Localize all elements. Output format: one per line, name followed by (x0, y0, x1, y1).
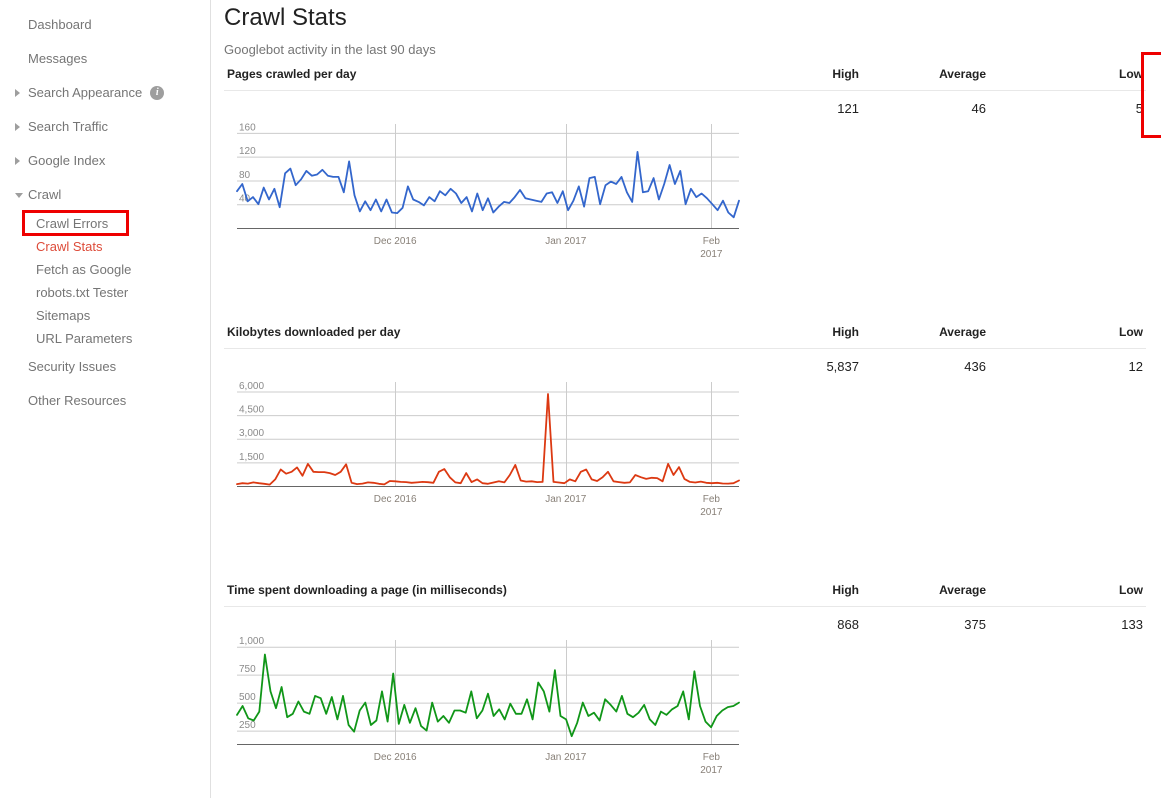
sidebar-item-label: Other Resources (28, 393, 127, 408)
chart-1: 40 80 120 160 Dec 2016 Jan 2017 Feb 2017 (224, 110, 744, 270)
info-icon[interactable]: i (150, 86, 165, 100)
main-content: Crawl Stats Googlebot activity in the la… (211, 0, 1161, 798)
section-2: Kilobytes downloaded per day High Averag… (211, 320, 1161, 518)
sidebar-item-dashboard[interactable]: Dashboard (0, 8, 239, 42)
x-axis-tick-label: Feb (703, 236, 721, 247)
x-axis-tick-label: Jan 2017 (545, 236, 587, 247)
chevron-right-icon[interactable] (15, 123, 20, 131)
value-average: 375 (964, 617, 986, 632)
value-low: 133 (1121, 617, 1143, 632)
value-average: 46 (971, 101, 986, 116)
sidebar-item-label: Search Appearance (28, 85, 143, 100)
y-axis-tick-label: 250 (239, 720, 256, 731)
column-header-low: Low (1119, 325, 1143, 339)
y-axis-tick-label: 3,000 (239, 428, 264, 439)
y-axis-tick-label: 120 (239, 146, 256, 157)
value-low: 5 (1135, 101, 1143, 116)
sidebar-item-fetch-as-google[interactable]: Fetch as Google (0, 258, 247, 281)
y-axis-tick-label: 160 (239, 122, 256, 133)
y-axis-tick-label: 6,000 (239, 381, 264, 392)
x-axis-tick-label: Dec 2016 (374, 494, 417, 505)
sidebar-item-crawl-stats[interactable]: Crawl Stats (0, 235, 247, 258)
x-axis-tick-label: Feb (703, 752, 721, 763)
section-title: Pages crawled per day (227, 67, 357, 81)
sidebar-item-messages[interactable]: Messages (0, 42, 239, 76)
sidebar-item-label: Google Index (28, 153, 106, 168)
crawl-stats-page: Dashboard Messages Search Appearance i Searc… (0, 0, 1161, 798)
y-axis-tick-label: 80 (239, 170, 251, 181)
sidebar-item-search-traffic[interactable]: Search Traffic (0, 110, 239, 144)
chart-canvas-1: 40 80 120 160 Dec 2016 Jan 2017 Feb 2017 (236, 122, 740, 260)
sidebar-item-crawl[interactable]: Crawl (0, 178, 239, 212)
column-header-low: Low (1119, 67, 1143, 81)
column-header-high: High (832, 325, 859, 339)
sidebar-item-label: Search Traffic (28, 119, 108, 134)
x-axis-tick-label: Feb (703, 494, 721, 505)
column-header-low: Low (1119, 583, 1143, 597)
chevron-right-icon[interactable] (15, 157, 20, 165)
sidebar-item-robots-txt-tester[interactable]: robots.txt Tester (0, 281, 247, 304)
sidebar-item-crawl-errors[interactable]: Crawl Errors (0, 212, 247, 235)
page-subtitle: Googlebot activity in the last 90 days (224, 42, 436, 57)
y-axis-tick-label: 4,500 (239, 405, 264, 416)
chart-2: 1,500 3,000 4,500 6,000 Dec 2016 Jan 2017 Feb 2… (224, 368, 744, 528)
sidebar-item-other-resources[interactable]: Other Resources (0, 384, 239, 418)
x-axis-tick-label: 2017 (700, 765, 723, 776)
data-series-line (236, 151, 740, 219)
x-axis-tick-label: Dec 2016 (374, 236, 417, 247)
section-header-row: Time spent downloading a page (in millis… (224, 578, 1146, 607)
sidebar-item-label: Fetch as Google (36, 261, 132, 277)
sidebar-item-label: Crawl Errors (36, 215, 109, 231)
chevron-right-icon[interactable] (15, 89, 20, 97)
section-title: Kilobytes downloaded per day (227, 325, 401, 339)
x-axis-tick-label: Dec 2016 (374, 752, 417, 763)
sidebar-item-label: Crawl (28, 187, 62, 202)
y-axis-tick-label: 1,500 (239, 452, 264, 463)
data-series-line (236, 653, 740, 738)
sidebar-item-url-parameters[interactable]: URL Parameters (0, 327, 247, 350)
y-axis-tick-label: 40 (239, 194, 251, 205)
column-header-average: Average (939, 67, 986, 81)
sidebar-item-search-appearance[interactable]: Search Appearance i (0, 76, 239, 110)
x-axis-tick-label: Jan 2017 (545, 752, 587, 763)
section-header-row: Pages crawled per day High Average Low (224, 62, 1146, 91)
column-header-average: Average (939, 583, 986, 597)
value-low: 12 (1128, 359, 1143, 374)
value-high: 121 (837, 101, 859, 116)
sidebar-item-google-index[interactable]: Google Index (0, 144, 239, 178)
value-high: 868 (837, 617, 859, 632)
value-high: 5,837 (826, 359, 859, 374)
sidebar-item-sitemaps[interactable]: Sitemaps (0, 304, 247, 327)
column-header-high: High (832, 583, 859, 597)
sidebar-item-label: URL Parameters (36, 330, 133, 346)
sidebar-item-label: Sitemaps (36, 307, 91, 323)
chevron-down-icon[interactable] (15, 192, 23, 198)
sidebar-item-label: Messages (28, 51, 88, 66)
section-header-row: Kilobytes downloaded per day High Averag… (224, 320, 1146, 349)
chart-3: 250 500 750 1,000 Dec 2016 Jan 2017 Feb 2017 (224, 626, 744, 786)
sidebar-item-security-issues[interactable]: Security Issues (0, 350, 239, 384)
section-3: Time spent downloading a page (in millis… (211, 578, 1161, 776)
sidebar-navigation: Dashboard Messages Search Appearance i Searc… (0, 0, 211, 798)
value-average: 436 (964, 359, 986, 374)
y-axis-tick-label: 750 (239, 664, 256, 675)
page-title: Crawl Stats (224, 4, 347, 31)
x-axis-tick-label: Jan 2017 (545, 494, 587, 505)
sidebar-item-label: robots.txt Tester (36, 284, 129, 300)
chart-canvas-2: 1,500 3,000 4,500 6,000 Dec 2016 Jan 2017 Feb 2… (236, 381, 740, 518)
sidebar-item-label: Crawl Stats (36, 238, 103, 254)
section-1: Pages crawled per day High Average Low 1… (211, 62, 1161, 260)
sidebar-item-label: Dashboard (28, 17, 92, 32)
y-axis-tick-label: 500 (239, 692, 256, 703)
x-axis-tick-label: 2017 (700, 249, 723, 260)
sidebar-item-label: Security Issues (28, 359, 117, 374)
column-header-average: Average (939, 325, 986, 339)
chart-canvas-3: 250 500 750 1,000 Dec 2016 Jan 2017 Feb 2017 (236, 636, 740, 776)
y-axis-tick-label: 1,000 (239, 636, 264, 647)
column-header-high: High (832, 67, 859, 81)
section-title: Time spent downloading a page (in millis… (227, 583, 507, 597)
x-axis-tick-label: 2017 (700, 507, 723, 518)
